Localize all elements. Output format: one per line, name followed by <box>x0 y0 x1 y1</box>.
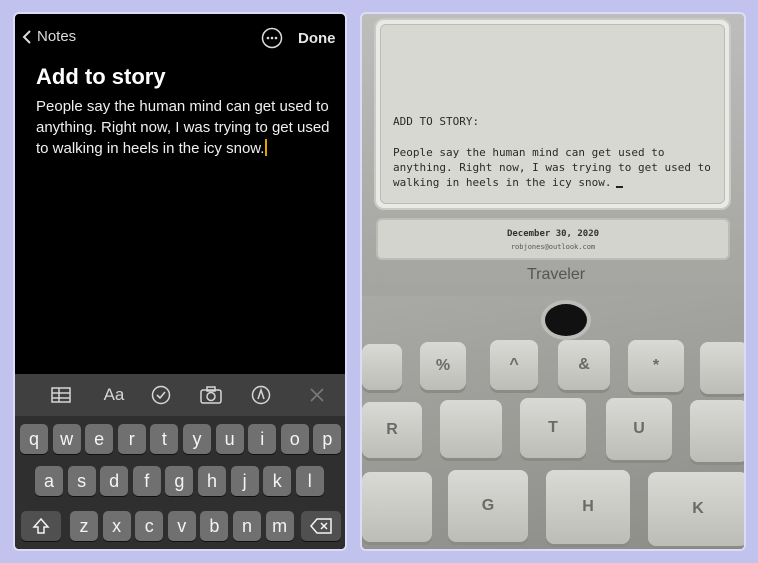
key-o[interactable]: o <box>280 424 309 454</box>
key-g[interactable]: g <box>165 466 194 496</box>
key-j[interactable]: j <box>230 466 259 496</box>
table-button[interactable] <box>49 384 73 406</box>
chevron-left-icon <box>22 29 31 44</box>
screen-body: People say the human mind can get used t… <box>393 145 723 190</box>
key-r[interactable]: r <box>117 424 146 454</box>
e-ink-screen: ADD TO STORY: People say the human mind … <box>380 24 725 204</box>
back-label: Notes <box>37 28 77 45</box>
key-y[interactable]: y <box>183 424 211 454</box>
camera-button[interactable] <box>199 384 223 406</box>
screen-heading: ADD TO STORY: <box>393 115 480 128</box>
key-e[interactable]: e <box>85 424 114 454</box>
done-button[interactable]: Done <box>298 30 336 47</box>
key-z[interactable]: z <box>70 511 98 541</box>
hw-key: G <box>448 470 528 542</box>
status-email: robjones@outlook.com <box>510 243 596 251</box>
brand-label: Traveler <box>527 266 586 283</box>
key-b[interactable]: b <box>200 511 229 541</box>
hw-key <box>700 342 744 394</box>
device-screen-bezel: ADD TO STORY: People say the human mind … <box>374 18 731 210</box>
screen-cursor <box>615 186 623 188</box>
key-h[interactable]: h <box>198 466 226 496</box>
note-body-text: People say the human mind can get used t… <box>36 98 330 157</box>
key-c[interactable]: c <box>135 511 164 541</box>
delete-icon <box>310 518 332 534</box>
hw-key <box>690 400 744 462</box>
key-f[interactable]: f <box>132 466 161 496</box>
note-title[interactable]: Add to story <box>36 64 166 90</box>
markup-pen-icon <box>251 385 271 405</box>
camera-icon <box>200 386 222 404</box>
hw-key: ^ <box>490 340 538 390</box>
text-caret <box>265 139 268 156</box>
close-toolbar-button[interactable] <box>305 384 329 406</box>
text-format-button[interactable]: Aa <box>99 384 129 406</box>
keyboard-toolbar: Aa <box>15 374 345 416</box>
checklist-button[interactable] <box>149 384 173 406</box>
key-u[interactable]: u <box>215 424 244 454</box>
hw-key: K <box>648 472 744 546</box>
hw-key: R <box>362 402 422 458</box>
hw-key <box>440 400 502 458</box>
key-m[interactable]: m <box>265 511 294 541</box>
notes-app-screen: Notes Done Add to story People say the h… <box>13 12 347 551</box>
key-a[interactable]: a <box>35 466 63 496</box>
hw-key: * <box>628 340 684 392</box>
delete-key[interactable] <box>301 511 341 541</box>
key-l[interactable]: l <box>295 466 324 496</box>
typewriter-device-photo: ADD TO STORY: People say the human mind … <box>360 12 746 551</box>
key-q[interactable]: q <box>20 424 48 454</box>
status-display: December 30, 2020 robjones@outlook.com <box>376 218 730 260</box>
status-date: December 30, 2020 <box>506 229 600 239</box>
checklist-icon <box>151 385 171 405</box>
hw-key: U <box>606 398 672 460</box>
on-screen-keyboard: qwertyuiop asdfghjkl zxcvbnm <box>15 416 345 549</box>
ellipsis-circle-icon <box>261 27 283 49</box>
close-icon <box>310 388 324 402</box>
table-icon <box>51 387 71 403</box>
hw-key <box>362 344 402 390</box>
shift-icon <box>32 517 50 534</box>
key-d[interactable]: d <box>100 466 129 496</box>
hw-key <box>362 472 432 542</box>
more-options-button[interactable] <box>261 27 283 49</box>
shift-key[interactable] <box>21 511 61 541</box>
key-p[interactable]: p <box>313 424 342 454</box>
key-t[interactable]: t <box>150 424 179 454</box>
key-i[interactable]: i <box>248 424 277 454</box>
key-k[interactable]: k <box>263 466 292 496</box>
trackball <box>545 304 587 336</box>
key-v[interactable]: v <box>167 511 196 541</box>
screen-body-text: People say the human mind can get used t… <box>393 146 711 189</box>
note-body[interactable]: People say the human mind can get used t… <box>36 96 336 159</box>
hw-key: T <box>520 398 586 458</box>
hw-key: % <box>420 342 466 390</box>
back-to-notes-button[interactable]: Notes <box>21 28 76 45</box>
key-n[interactable]: n <box>233 511 261 541</box>
key-w[interactable]: w <box>52 424 81 454</box>
key-x[interactable]: x <box>102 511 131 541</box>
hw-key: & <box>558 340 610 390</box>
hw-key: H <box>546 470 630 544</box>
markup-button[interactable] <box>249 384 273 406</box>
key-s[interactable]: s <box>67 466 96 496</box>
